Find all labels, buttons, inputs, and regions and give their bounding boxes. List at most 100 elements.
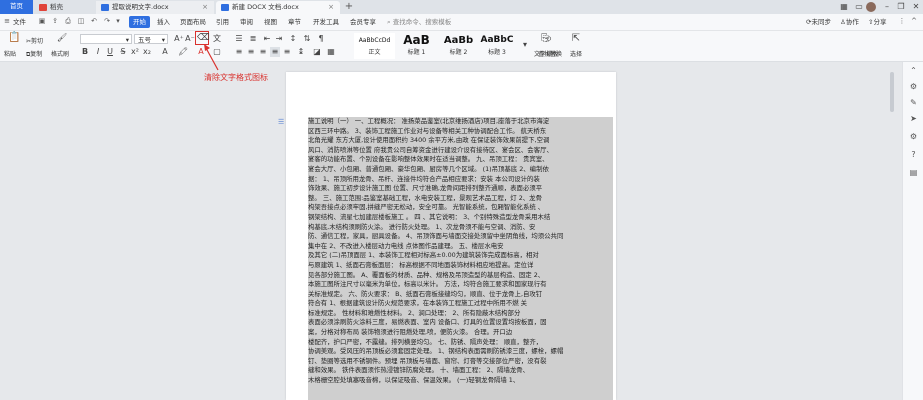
menu-page-layout[interactable]: 页面布局 — [180, 16, 206, 28]
help-icon[interactable]: ? — [909, 150, 918, 159]
document-line: 符合有 1、根据建筑设计防火规范要求，在本装饰工程施工过程中所用不燃 关 — [308, 299, 528, 308]
new-tab-button[interactable]: + — [343, 0, 355, 14]
tab-document-2-label: 新建 DOCX 文档.docx — [232, 3, 299, 11]
font-grow-icon[interactable]: A⁺ — [174, 34, 184, 44]
adjust-icon[interactable]: ⚙ — [909, 82, 918, 91]
collab-button[interactable]: ♙协作 — [840, 16, 859, 28]
menu-member[interactable]: 会员专享 — [350, 16, 376, 28]
menu-developer-tools[interactable]: 开发工具 — [313, 16, 339, 28]
window-close-icon[interactable]: ✕ — [909, 1, 923, 13]
tab-home[interactable]: 首页 — [0, 0, 33, 14]
style-label: 标题 1 — [407, 49, 426, 56]
style-heading-1[interactable]: AaB 标题 1 — [396, 33, 437, 59]
docer-icon — [39, 4, 47, 11]
export-icon[interactable]: ⇪ — [51, 17, 59, 25]
chinese-layout-icon[interactable]: ↕ — [288, 34, 298, 44]
font-family-select[interactable]: ▾ — [80, 34, 132, 44]
document-line: 集中在 2、不改进入楼层动力电线 点体图作品建理。 五、楼层水电安 — [308, 241, 504, 250]
avatar[interactable] — [866, 2, 876, 12]
align-left-icon[interactable]: ≡ — [234, 47, 244, 57]
select-button[interactable]: 选择 — [563, 49, 589, 58]
restore-icon[interactable]: ❐ — [894, 1, 908, 13]
bold-button[interactable]: B — [80, 47, 90, 57]
copy-button[interactable]: ⧉复制 — [26, 49, 42, 59]
close-icon[interactable]: × — [328, 1, 334, 14]
menu-icon[interactable]: ≡ — [3, 17, 11, 25]
preview-icon[interactable]: ◫ — [77, 17, 85, 25]
font-shrink-icon[interactable]: A⁻ — [185, 34, 195, 44]
document-line: 整。 三、施工范围:品鉴室基础工程，水电安装工程，景观艺术品工程，灯 2、龙骨 — [308, 193, 542, 202]
paste-icon[interactable]: 📋 — [8, 33, 20, 43]
italic-button[interactable]: I — [93, 47, 103, 57]
document-body-selected[interactable]: 施工说明（一） 一、工程概况： 准扬菜品鉴室(北京维扬酒店)项目,座落于北京市海… — [308, 117, 613, 400]
save-icon[interactable]: ▣ — [38, 17, 46, 25]
paragraph-handle-icon[interactable]: ☰ — [278, 118, 286, 126]
cut-button[interactable]: ✂剪切 — [26, 36, 43, 45]
align-right-icon[interactable]: ≡ — [258, 47, 268, 57]
minimize-icon[interactable]: – — [880, 1, 894, 13]
indent-increase-icon[interactable]: ⇥ — [274, 34, 284, 44]
document-icon[interactable]: ▤ — [909, 168, 918, 177]
borders-icon[interactable]: ▦ — [326, 47, 336, 57]
menu-reference[interactable]: 引用 — [216, 16, 229, 28]
document-line: 饰效果、施工初步设计施工图 位置、尺寸准确,龙骨间距排列整齐通顺，表面必须平 — [308, 184, 543, 193]
menu-view[interactable]: 视图 — [264, 16, 277, 28]
word-doc-icon — [221, 4, 229, 11]
bullet-list-icon[interactable]: ☰ — [234, 34, 244, 44]
chevron-up-icon[interactable]: ^ — [910, 17, 918, 25]
clear-format-button[interactable]: ⌫ — [195, 31, 210, 45]
menu-chapter[interactable]: 章节 — [288, 16, 301, 28]
more-icon[interactable]: ⋮ — [898, 17, 906, 25]
chevron-up-icon[interactable]: ⌃ — [909, 66, 918, 75]
paste-button[interactable]: 粘贴 — [4, 49, 16, 58]
subscript-icon[interactable]: x₂ — [142, 47, 152, 57]
format-painter-icon[interactable]: 🖌 — [57, 33, 67, 43]
align-center-icon[interactable]: ≡ — [246, 47, 256, 57]
tab-bar: 首页 稻壳 提取说明文字.docx × 新建 DOCX 文档.docx × + … — [0, 0, 923, 14]
tab-docer[interactable]: 稻壳 — [34, 1, 94, 14]
chevron-down-icon[interactable]: ▾ — [114, 17, 122, 25]
menu-review[interactable]: 审阅 — [240, 16, 253, 28]
search-icon[interactable]: ⌕ — [544, 32, 554, 44]
screen-icon[interactable]: ▭ — [852, 1, 866, 13]
print-icon[interactable]: ⎙ — [64, 17, 72, 25]
underline-button[interactable]: U — [105, 47, 115, 57]
tab-document-2[interactable]: 新建 DOCX 文档.docx × — [216, 1, 340, 14]
cursor-icon[interactable]: ➤ — [909, 114, 918, 123]
redo-icon[interactable]: ↷ — [103, 17, 111, 25]
text-effect-icon[interactable]: A — [160, 47, 170, 57]
line-spacing-icon[interactable]: ↨ — [296, 47, 306, 57]
highlight-icon[interactable]: 🖍 — [178, 47, 188, 57]
cursor-icon[interactable]: ⇱ — [571, 34, 581, 44]
sort-icon[interactable]: ⇅ — [302, 34, 312, 44]
style-heading-2[interactable]: AaBb 标题 2 — [438, 33, 479, 59]
font-size-select[interactable]: 五号 ▾ — [134, 34, 168, 44]
command-search[interactable]: ⌕ 查找命令、搜索模板 — [387, 16, 479, 28]
pinyin-guide-icon[interactable]: 文 — [212, 34, 222, 44]
pen-icon[interactable]: ✎ — [909, 98, 918, 107]
settings-icon[interactable]: ⚙ — [909, 132, 918, 141]
vertical-scrollbar[interactable] — [889, 72, 895, 400]
menu-start[interactable]: 开始 — [129, 16, 150, 28]
strikethrough-icon[interactable]: S̶ — [118, 47, 128, 57]
grid-icon[interactable]: ▦ — [837, 1, 851, 13]
style-normal[interactable]: AaBbCcDd 正文 — [354, 33, 395, 59]
format-painter-button[interactable]: 格式刷 — [51, 49, 69, 58]
distributed-icon[interactable]: ≡ — [282, 47, 292, 57]
unsynced-button[interactable]: ⟳未同步 — [806, 16, 831, 28]
share-button[interactable]: ⇧分享 — [868, 16, 886, 28]
tab-document-1[interactable]: 提取说明文字.docx × — [96, 1, 214, 14]
undo-icon[interactable]: ↶ — [90, 17, 98, 25]
document-line: 构架吾接点必须牢固,拼缝严密无松动，安全可靠。 光智能系统，包厢智能化系统 、 — [308, 203, 545, 212]
superscript-icon[interactable]: x² — [130, 47, 140, 57]
close-icon[interactable]: × — [202, 1, 208, 14]
show-marks-icon[interactable]: ¶ — [316, 34, 326, 44]
shading-icon[interactable]: ◪ — [312, 47, 322, 57]
justify-icon[interactable]: ≡ — [270, 47, 280, 57]
style-heading-3[interactable]: AaBbC 标题 3 — [478, 33, 516, 59]
scrollbar-thumb[interactable] — [890, 72, 894, 112]
menu-file[interactable]: 文件 — [13, 16, 26, 28]
indent-decrease-icon[interactable]: ⇤ — [262, 34, 272, 44]
menu-insert[interactable]: 插入 — [157, 16, 170, 28]
numbered-list-icon[interactable]: ≣ — [248, 34, 258, 44]
